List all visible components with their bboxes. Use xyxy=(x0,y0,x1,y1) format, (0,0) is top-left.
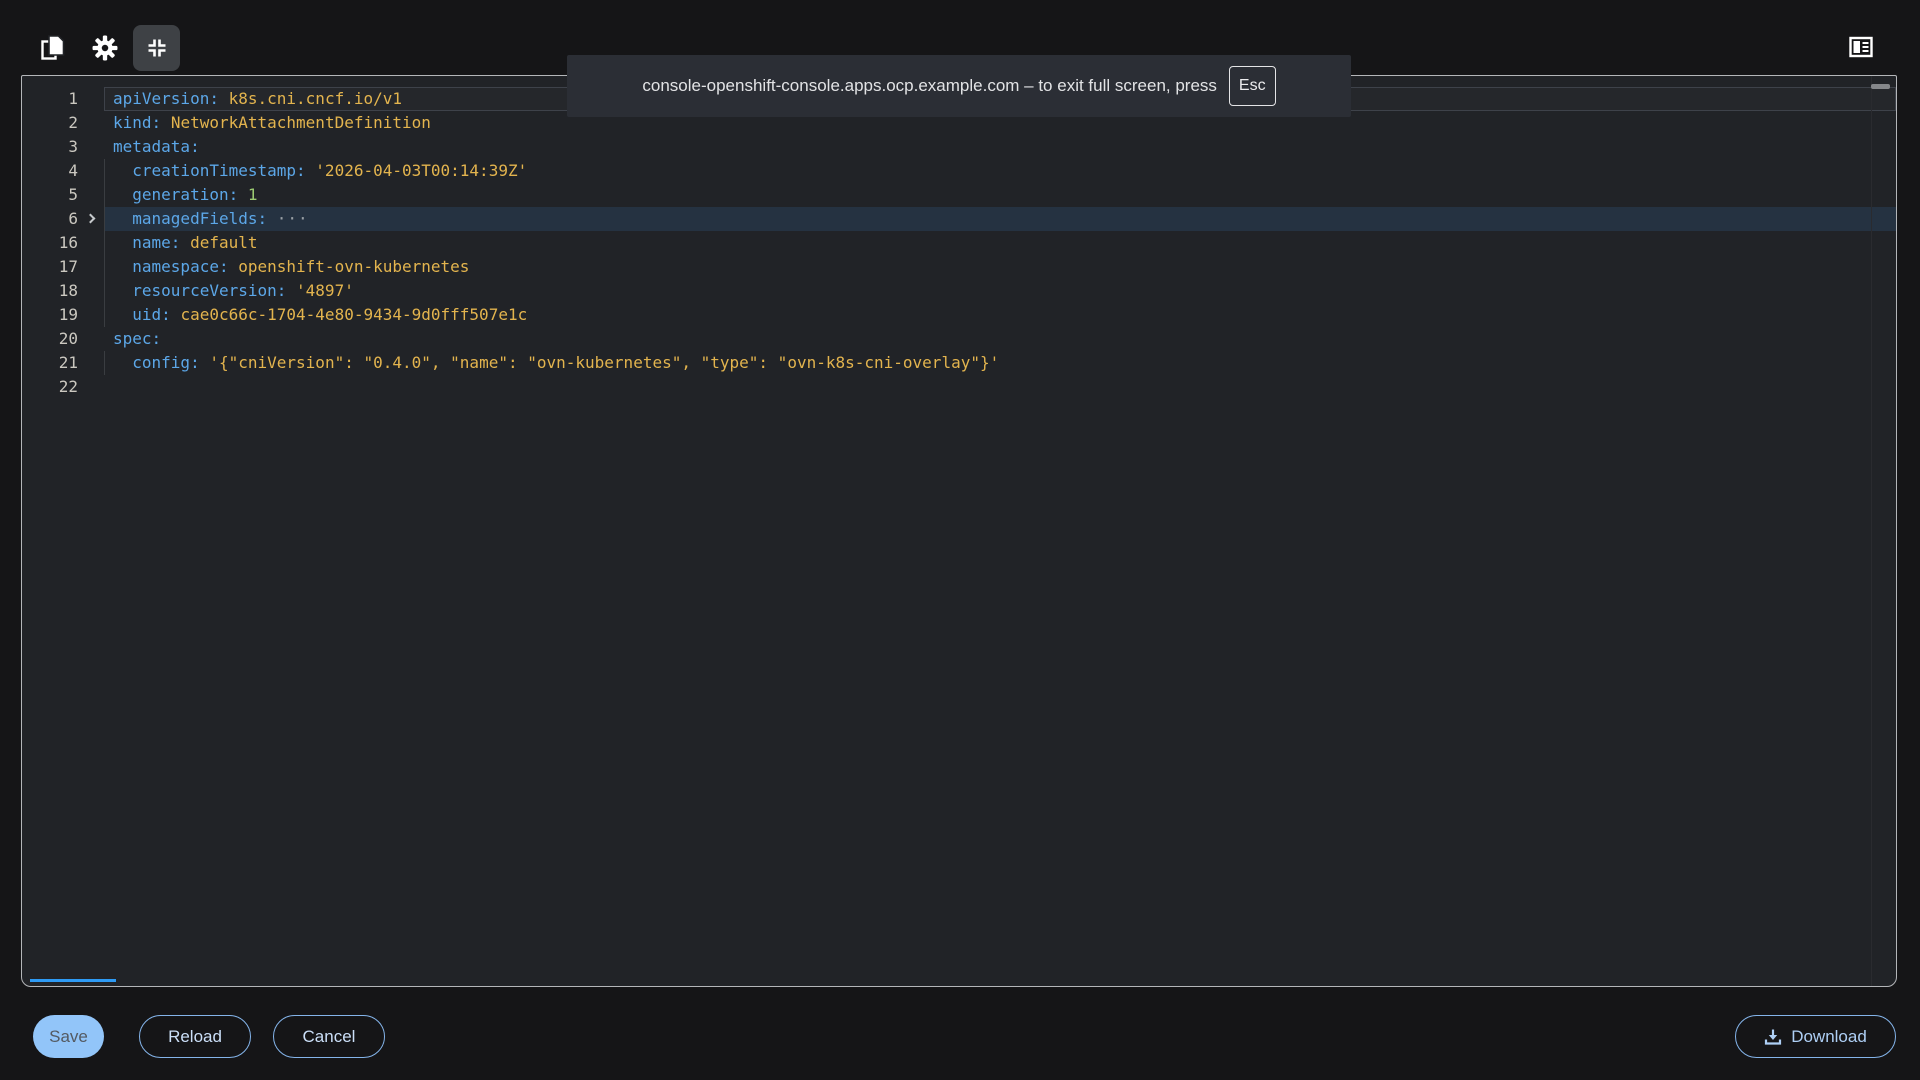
code-line[interactable]: 20 spec: xyxy=(22,327,1896,351)
copy-icon xyxy=(40,34,66,62)
line-number: 1 xyxy=(68,89,78,108)
line-number: 19 xyxy=(58,305,78,324)
code-line[interactable]: 22 xyxy=(22,375,1896,399)
indent-guide xyxy=(104,351,105,375)
download-button-label: Download xyxy=(1791,1026,1867,1046)
fold-gutter xyxy=(78,303,104,327)
indent-guide xyxy=(104,279,105,303)
code-line[interactable]: 4 creationTimestamp: '2026-04-03T00:14:3… xyxy=(22,159,1896,183)
line-number: 16 xyxy=(58,233,78,252)
indent-guide xyxy=(104,159,105,183)
code-line-content[interactable] xyxy=(104,375,1896,399)
indent-guide xyxy=(104,255,105,279)
fold-gutter xyxy=(78,255,104,279)
fold-gutter xyxy=(78,351,104,375)
indent-guide xyxy=(104,231,105,255)
compress-icon xyxy=(145,36,169,60)
code-line[interactable]: 16 name: default xyxy=(22,231,1896,255)
line-number: 3 xyxy=(68,137,78,156)
line-number: 21 xyxy=(58,353,78,372)
horizontal-scrollbar-thumb[interactable] xyxy=(30,979,116,982)
code-line[interactable]: 6 managedFields: ··· xyxy=(22,207,1896,231)
exit-fullscreen-button[interactable] xyxy=(133,25,180,71)
code-lines: 1 apiVersion: k8s.cni.cncf.io/v1 2 kind: Ne… xyxy=(22,87,1896,399)
fold-gutter xyxy=(78,279,104,303)
code-line-content[interactable]: resourceVersion: '4897' xyxy=(104,279,1896,303)
reload-button[interactable]: Reload xyxy=(139,1015,251,1058)
code-line-content[interactable]: name: default xyxy=(104,231,1896,255)
code-line-content[interactable]: uid: cae0c66c-1704-4e80-9434-9d0fff507e1… xyxy=(104,303,1896,327)
fold-gutter xyxy=(78,87,104,111)
line-number: 4 xyxy=(68,161,78,180)
code-line[interactable]: 5 generation: 1 xyxy=(22,183,1896,207)
fold-gutter xyxy=(78,135,104,159)
sidebar-toggle-button[interactable] xyxy=(1845,32,1877,62)
fullscreen-toast: console-openshift-console.apps.ocp.examp… xyxy=(567,55,1351,117)
gear-icon xyxy=(92,35,118,61)
cancel-button[interactable]: Cancel xyxy=(273,1015,385,1058)
download-button[interactable]: Download xyxy=(1735,1015,1896,1058)
openshift-yaml-editor-fullscreen: { "toast": { "text": "console-openshift-… xyxy=(0,0,1920,1080)
line-number: 22 xyxy=(58,377,78,396)
fold-gutter xyxy=(78,231,104,255)
save-button[interactable]: Save xyxy=(33,1015,104,1058)
fold-gutter xyxy=(78,327,104,351)
line-number: 20 xyxy=(58,329,78,348)
overview-ruler xyxy=(1871,76,1872,986)
code-line[interactable]: 18 resourceVersion: '4897' xyxy=(22,279,1896,303)
indent-guide xyxy=(104,207,105,231)
copy-button[interactable] xyxy=(38,33,68,63)
line-number: 6 xyxy=(68,209,78,228)
download-icon xyxy=(1764,1028,1782,1046)
code-line-content[interactable]: creationTimestamp: '2026-04-03T00:14:39Z… xyxy=(104,159,1896,183)
line-number: 5 xyxy=(68,185,78,204)
sidebar-toggle-icon xyxy=(1849,36,1873,58)
code-line[interactable]: 3 metadata: xyxy=(22,135,1896,159)
line-number: 2 xyxy=(68,113,78,132)
fold-gutter xyxy=(78,111,104,135)
yaml-editor[interactable]: 1 apiVersion: k8s.cni.cncf.io/v1 2 kind: Ne… xyxy=(21,75,1897,987)
indent-guide xyxy=(104,183,105,207)
code-line[interactable]: 17 namespace: openshift-ovn-kubernetes xyxy=(22,255,1896,279)
code-line[interactable]: 21 config: '{"cniVersion": "0.4.0", "nam… xyxy=(22,351,1896,375)
scrollbar-thumb[interactable] xyxy=(1871,84,1890,89)
line-number: 17 xyxy=(58,257,78,276)
fold-chevron-icon[interactable] xyxy=(85,213,96,224)
fullscreen-toast-text: console-openshift-console.apps.ocp.examp… xyxy=(642,76,1217,95)
esc-key-badge: Esc xyxy=(1228,66,1276,106)
code-line[interactable]: 19 uid: cae0c66c-1704-4e80-9434-9d0fff50… xyxy=(22,303,1896,327)
code-line-content[interactable]: spec: xyxy=(104,327,1896,351)
fold-gutter xyxy=(78,375,104,399)
code-line-content[interactable]: generation: 1 xyxy=(104,183,1896,207)
fold-gutter xyxy=(78,159,104,183)
code-line-content[interactable]: metadata: xyxy=(104,135,1896,159)
code-line-content[interactable]: namespace: openshift-ovn-kubernetes xyxy=(104,255,1896,279)
fold-gutter[interactable] xyxy=(78,207,104,231)
line-number: 18 xyxy=(58,281,78,300)
code-line-content[interactable]: config: '{"cniVersion": "0.4.0", "name":… xyxy=(104,351,1896,375)
indent-guide xyxy=(104,303,105,327)
settings-button[interactable] xyxy=(90,33,120,63)
fold-gutter xyxy=(78,183,104,207)
code-line-content[interactable]: managedFields: ··· xyxy=(104,207,1896,231)
